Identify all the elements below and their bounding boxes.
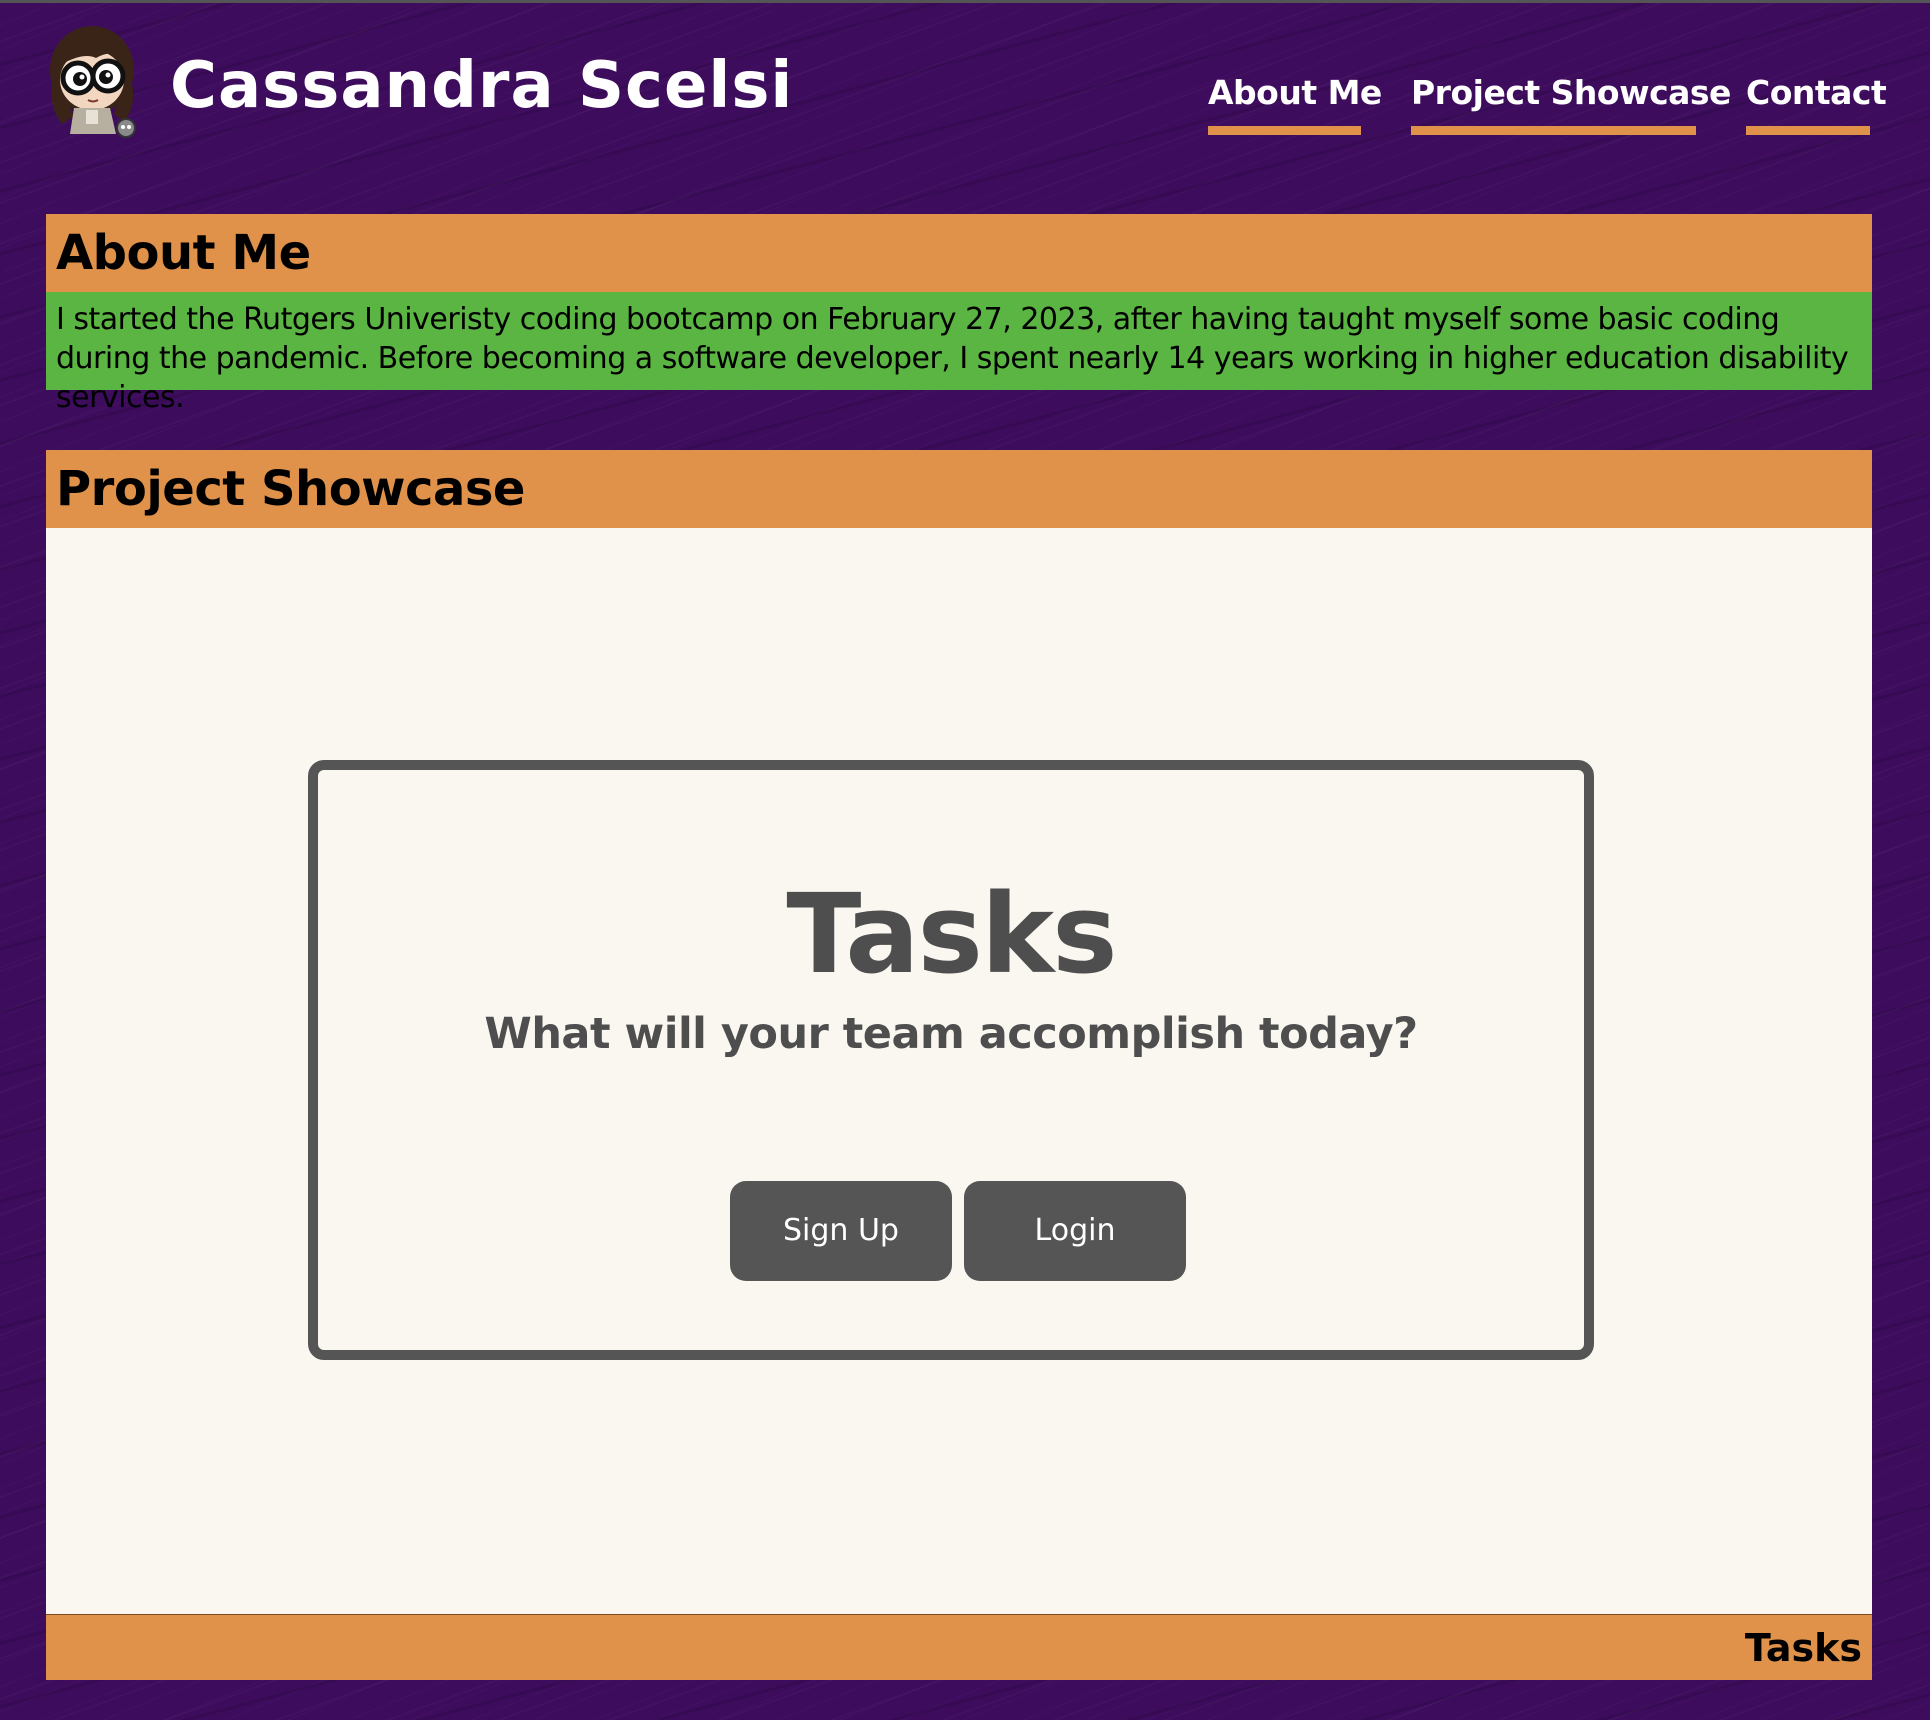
project-title: Tasks xyxy=(786,870,1117,998)
project-caption-bar: Tasks xyxy=(46,1614,1872,1680)
nav-link-about-me[interactable]: About Me xyxy=(1208,70,1382,135)
about-text: I started the Rutgers Univeristy coding … xyxy=(46,292,1872,415)
project-preview[interactable]: Tasks What will your team accomplish tod… xyxy=(46,528,1872,1614)
main-nav: About Me Project Showcase Contact xyxy=(0,70,1930,135)
project-showcase-heading: Project Showcase xyxy=(56,461,525,517)
site-header: Cassandra Scelsi About Me Project Showca… xyxy=(0,0,1930,170)
project-showcase-header: Project Showcase xyxy=(46,450,1872,528)
sign-up-button[interactable]: Sign Up xyxy=(730,1181,952,1281)
project-subtitle: What will your team accomplish today? xyxy=(484,1009,1418,1059)
project-card: Tasks What will your team accomplish tod… xyxy=(308,760,1594,1360)
about-heading: About Me xyxy=(56,225,311,281)
project-caption[interactable]: Tasks xyxy=(1745,1626,1862,1670)
nav-link-contact[interactable]: Contact xyxy=(1746,70,1887,135)
login-button[interactable]: Login xyxy=(964,1181,1186,1281)
about-header: About Me xyxy=(46,214,1872,292)
nav-link-project-showcase[interactable]: Project Showcase xyxy=(1411,70,1731,135)
